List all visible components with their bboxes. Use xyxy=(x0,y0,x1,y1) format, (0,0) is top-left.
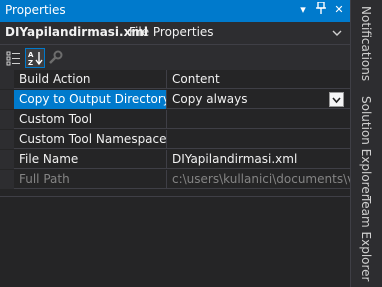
alphabetical-sort-icon[interactable]: A Z xyxy=(25,48,45,68)
close-icon[interactable]: ✕ xyxy=(332,2,346,18)
panel-title: Properties xyxy=(5,3,66,17)
side-tab-strip: Notifications Solution Explorer Team Exp… xyxy=(350,0,382,287)
property-value[interactable] xyxy=(168,130,350,149)
property-name: Copy to Output Directory xyxy=(14,90,167,109)
properties-panel: Properties ▾ ✕ DIYapilandirmasi.xml File… xyxy=(0,0,350,287)
property-name: Build Action xyxy=(14,70,167,89)
window-menu-icon[interactable]: ▾ xyxy=(296,2,310,18)
property-grid: Build Action Content Copy to Output Dire… xyxy=(0,70,350,196)
categorized-icon[interactable] xyxy=(4,48,24,68)
property-value[interactable]: Content xyxy=(168,70,350,89)
title-bar[interactable]: Properties ▾ ✕ xyxy=(0,0,350,22)
pin-icon[interactable] xyxy=(314,1,328,18)
tab-notifications[interactable]: Notifications xyxy=(359,6,373,81)
object-selector[interactable]: DIYapilandirmasi.xml File Properties xyxy=(0,22,350,44)
svg-text:A: A xyxy=(28,51,34,59)
property-name: Custom Tool xyxy=(14,110,167,129)
property-row-custom-tool-namespace[interactable]: Custom Tool Namespace xyxy=(0,130,350,149)
property-value-dropdown[interactable]: Copy always xyxy=(168,90,350,109)
property-row-custom-tool[interactable]: Custom Tool xyxy=(0,110,350,129)
property-name: Full Path xyxy=(14,170,167,189)
property-row-build-action[interactable]: Build Action Content xyxy=(0,70,350,89)
dropdown-button[interactable] xyxy=(329,92,344,107)
wrench-icon[interactable] xyxy=(46,48,66,68)
property-row-copy-to-output[interactable]: Copy to Output Directory Copy always xyxy=(0,90,350,109)
property-value[interactable] xyxy=(168,110,350,129)
property-name: File Name xyxy=(14,150,167,169)
object-name: DIYapilandirmasi.xml xyxy=(5,25,148,39)
chevron-down-icon[interactable] xyxy=(330,26,344,40)
property-value[interactable]: DIYapilandirmasi.xml xyxy=(168,150,350,169)
properties-toolbar: A Z xyxy=(0,44,350,70)
tab-solution-explorer[interactable]: Solution Explorer xyxy=(359,96,373,199)
tab-team-explorer[interactable]: Team Explorer xyxy=(359,196,373,282)
property-row-full-path[interactable]: Full Path c:\users\kullanici\documents\v… xyxy=(0,170,350,189)
property-row-file-name[interactable]: File Name DIYapilandirmasi.xml xyxy=(0,150,350,169)
object-type: File Properties xyxy=(129,25,214,39)
property-name: Custom Tool Namespace xyxy=(14,130,167,149)
description-area xyxy=(0,196,350,287)
svg-text:Z: Z xyxy=(28,59,33,67)
property-value: c:\users\kullanici\documents\vis xyxy=(172,172,350,186)
